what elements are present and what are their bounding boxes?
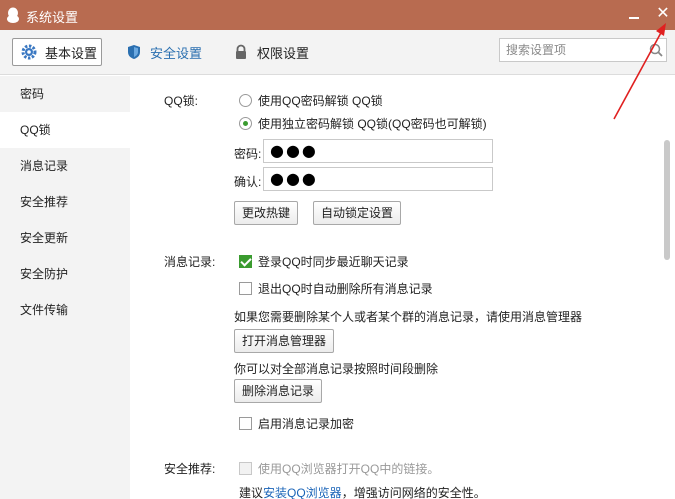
sidebar-item-security-update[interactable]: 安全更新: [0, 220, 130, 256]
radio-button[interactable]: [239, 94, 252, 107]
tab-label: 基本设置: [45, 45, 98, 61]
scrollbar-thumb[interactable]: [664, 140, 670, 260]
checkbox-delete-on-exit[interactable]: 退出QQ时自动删除所有消息记录: [239, 280, 433, 297]
sidebar-item-message-log[interactable]: 消息记录: [0, 148, 130, 184]
search-input[interactable]: [500, 39, 640, 61]
checkbox[interactable]: [239, 255, 252, 268]
password-field[interactable]: ●●●: [263, 139, 493, 163]
delete-message-log-button[interactable]: 删除消息记录: [234, 379, 323, 403]
sidebar-item-qqlock[interactable]: QQ锁: [0, 112, 130, 148]
close-button[interactable]: ✕: [654, 5, 672, 23]
checkbox-encrypt-message-log[interactable]: 启用消息记录加密: [239, 415, 354, 432]
checkbox[interactable]: [239, 417, 252, 430]
search-icon[interactable]: [648, 42, 664, 58]
tab-permission-settings[interactable]: 权限设置: [233, 38, 309, 66]
radio-label: 使用QQ密码解锁 QQ锁: [258, 94, 383, 108]
tab-label: 安全设置: [150, 45, 203, 61]
tab-basic-settings[interactable]: 基本设置: [12, 38, 102, 66]
minimize-button[interactable]: [626, 5, 642, 23]
tab-label: 权限设置: [257, 45, 310, 61]
suggest-suffix: ，增强访问网络的安全性。: [341, 486, 486, 499]
confirm-password-field[interactable]: ●●●: [263, 167, 493, 191]
title-bar: 系统设置 ✕: [0, 0, 675, 30]
tab-security-settings[interactable]: 安全设置: [126, 38, 202, 66]
confirm-label: 确认:: [234, 175, 262, 189]
sidebar-item-security-protection[interactable]: 安全防护: [0, 256, 130, 292]
gear-icon: [21, 44, 37, 60]
sidebar-item-password[interactable]: 密码: [0, 76, 130, 112]
settings-content: QQ锁: 使用QQ密码解锁 QQ锁 使用独立密码解锁 QQ锁(QQ密码也可解锁)…: [130, 76, 675, 499]
recommend-section-label: 安全推荐:: [164, 462, 216, 476]
manager-hint-text: 如果您需要删除某个人或者某个群的消息记录，请使用消息管理器: [234, 310, 583, 324]
radio-label: 使用独立密码解锁 QQ锁(QQ密码也可解锁): [258, 117, 487, 131]
delete-hint-text: 你可以对全部消息记录按照时间段删除: [234, 362, 439, 376]
checkbox-label: 退出QQ时自动删除所有消息记录: [258, 282, 433, 296]
sidebar: 密码 QQ锁 消息记录 安全推荐 安全更新 安全防护 文件传输: [0, 76, 130, 499]
checkbox-label: 使用QQ浏览器打开QQ中的链接。: [258, 462, 440, 476]
minimize-icon: [629, 17, 639, 19]
qq-penguin-icon: [7, 7, 19, 23]
sidebar-item-security-recommend[interactable]: 安全推荐: [0, 184, 130, 220]
open-message-manager-button[interactable]: 打开消息管理器: [234, 329, 335, 353]
sidebar-item-file-transfer[interactable]: 文件传输: [0, 292, 130, 328]
checkbox[interactable]: [239, 282, 252, 295]
close-icon: ✕: [656, 5, 670, 22]
lock-icon: [236, 44, 246, 59]
suggest-prefix: 建议: [239, 486, 264, 499]
auto-lock-settings-button[interactable]: 自动锁定设置: [313, 201, 402, 225]
msglog-section-label: 消息记录:: [164, 255, 216, 269]
window-title: 系统设置: [26, 10, 79, 25]
checkbox-label: 登录QQ时同步最近聊天记录: [258, 255, 409, 269]
checkbox-sync-recent-chat[interactable]: 登录QQ时同步最近聊天记录: [239, 253, 409, 270]
checkbox-label: 启用消息记录加密: [258, 417, 355, 431]
install-qq-browser-link[interactable]: 安装QQ浏览器: [263, 486, 342, 499]
radio-button[interactable]: [239, 117, 252, 130]
browser-suggestion: 建议安装QQ浏览器，增强访问网络的安全性。: [239, 484, 486, 499]
checkbox-use-qq-browser[interactable]: 使用QQ浏览器打开QQ中的链接。: [239, 460, 439, 477]
radio-qq-password[interactable]: 使用QQ密码解锁 QQ锁: [239, 92, 383, 109]
change-hotkey-button[interactable]: 更改热键: [234, 201, 299, 225]
radio-independent-password[interactable]: 使用独立密码解锁 QQ锁(QQ密码也可解锁): [239, 115, 487, 132]
search-box: [499, 38, 667, 62]
qqlock-section-label: QQ锁:: [164, 94, 199, 108]
checkbox[interactable]: [239, 462, 252, 475]
shield-icon: [128, 45, 140, 59]
password-label: 密码:: [234, 147, 262, 161]
